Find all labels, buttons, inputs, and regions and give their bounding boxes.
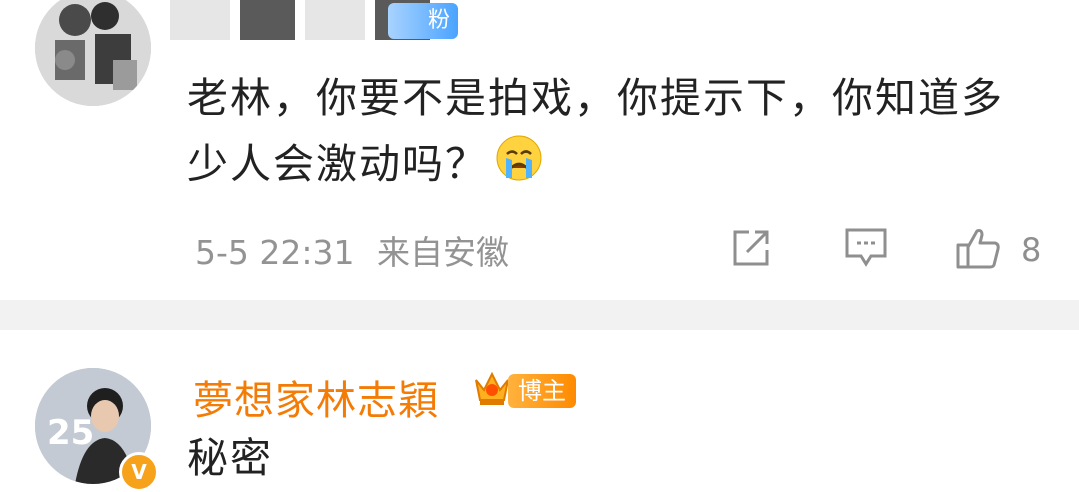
fan-badge[interactable]: 粉 <box>388 3 458 39</box>
comment-text: 老林，你要不是拍戏，你提示下，你知道多少人会激动吗？ <box>187 74 1004 188</box>
blogger-badge[interactable]: 博主 <box>508 374 576 408</box>
comment-icon <box>843 226 889 274</box>
username[interactable]: 夢想家林志穎 <box>193 368 439 426</box>
like-button[interactable]: 8 <box>955 228 1041 272</box>
location: 来自安徽 <box>377 233 509 272</box>
avatar[interactable] <box>35 0 151 106</box>
comment-meta: 5-5 22:31 来自安徽 <box>195 226 509 274</box>
timestamp: 5-5 22:31 <box>195 233 355 272</box>
verified-badge: V <box>119 452 159 492</box>
comment-item: 粉 老林，你要不是拍戏，你提示下，你知道多少人会激动吗？ 5-5 22:31 来… <box>0 0 1079 300</box>
crying-emoji-icon <box>494 134 544 184</box>
svg-text:25: 25 <box>47 413 94 453</box>
comment-text: 秘密 <box>187 434 273 482</box>
like-count: 8 <box>1021 231 1042 269</box>
comment-button[interactable] <box>843 228 889 272</box>
share-button[interactable] <box>729 228 773 272</box>
crown-icon <box>472 366 512 408</box>
separator <box>0 300 1079 330</box>
like-icon <box>955 225 1001 275</box>
share-icon <box>729 226 773 274</box>
comment-item: 25 V 夢想家林志穎 博主 秘密 <box>0 330 1079 492</box>
